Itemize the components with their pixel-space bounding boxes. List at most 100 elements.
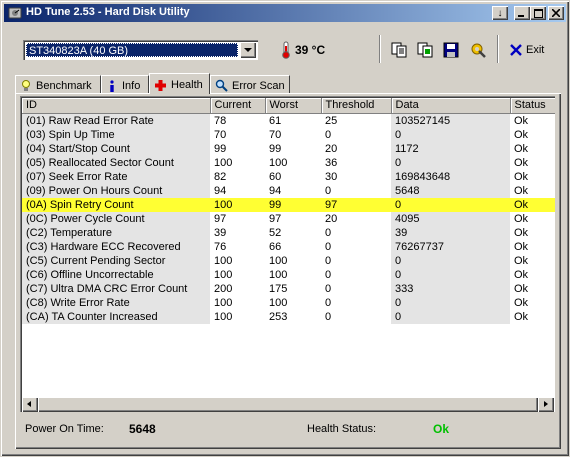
minimize-button[interactable] <box>514 6 530 20</box>
save-icon[interactable] <box>442 41 460 59</box>
column-header[interactable]: Current <box>210 98 266 114</box>
column-header[interactable]: Worst <box>265 98 322 114</box>
table-cell: (05) Reallocated Sector Count <box>22 155 210 170</box>
table-row[interactable]: (C7) Ultra DMA CRC Error Count 200 175 0 333… <box>22 281 555 296</box>
table-cell: 253 <box>269 310 288 323</box>
table-cell: 66 <box>269 240 282 253</box>
table-cell: 52 <box>269 226 282 239</box>
table-row[interactable]: (C3) Hardware ECC Recovered 76 66 0 76267737… <box>22 239 555 254</box>
tab-info[interactable]: Info <box>101 75 149 93</box>
table-cell: 0 <box>325 282 332 295</box>
tab-label: Info <box>122 79 141 92</box>
table-cell: Ok <box>514 142 529 155</box>
table-row[interactable]: (05) Reallocated Sector Count 100 100 36 0 Ok <box>22 155 555 170</box>
table-cell: (C7) Ultra DMA CRC Error Count <box>22 281 210 296</box>
tab-error-scan[interactable]: Error Scan <box>210 75 290 93</box>
maximize-button[interactable] <box>530 6 546 20</box>
table-row[interactable]: (C6) Offline Uncorrectable 100 100 0 0 Ok <box>22 267 555 282</box>
table-cell: 0 <box>391 197 510 212</box>
table-cell: (03) Spin Up Time <box>22 127 210 142</box>
table-cell: 100 <box>214 296 233 309</box>
table-cell: 82 <box>214 170 227 183</box>
table-cell: 0 <box>325 184 332 197</box>
table-row[interactable]: (01) Raw Read Error Rate 78 61 25 103527145 O… <box>22 113 555 128</box>
scroll-right-icon[interactable] <box>538 397 554 412</box>
table-row[interactable]: (CA) TA Counter Increased 100 253 0 0 Ok <box>22 309 555 324</box>
table-cell: 0 <box>325 226 332 239</box>
health-status-label: Health Status: <box>307 423 377 435</box>
table-cell: 0 <box>325 254 332 267</box>
table-cell: Ok <box>514 268 529 281</box>
chevron-down-icon[interactable] <box>240 42 256 58</box>
table-cell: 0 <box>391 295 510 310</box>
horizontal-scrollbar[interactable] <box>22 397 554 412</box>
exit-icon <box>510 44 522 56</box>
table-cell: 99 <box>265 197 321 212</box>
column-header[interactable]: Threshold <box>321 98 392 114</box>
table-row[interactable]: (0C) Power Cycle Count 97 97 20 4095 Ok <box>22 211 555 226</box>
scrollbar-thumb[interactable] <box>38 397 538 412</box>
column-header[interactable]: ID <box>22 98 211 114</box>
table-cell: 169843648 <box>391 169 510 184</box>
table-cell: 25 <box>325 114 338 127</box>
table-cell: Ok <box>514 114 529 127</box>
table-cell: 78 <box>214 114 227 127</box>
table-cell: 100 <box>210 197 265 212</box>
power-on-label: Power On Time: <box>25 423 104 435</box>
tab-health[interactable]: Health <box>149 73 210 94</box>
column-header[interactable]: Data <box>391 98 511 114</box>
scroll-left-icon[interactable] <box>22 397 38 412</box>
table-cell: 200 <box>214 282 233 295</box>
table-row[interactable]: (C2) Temperature 39 52 0 39 Ok <box>22 225 555 240</box>
table-cell: 0 <box>391 253 510 268</box>
table-cell: 20 <box>325 212 338 225</box>
toolbar-separator <box>497 35 499 63</box>
toolbar-separator <box>379 35 381 63</box>
copy-text-icon[interactable] <box>390 41 408 59</box>
column-header[interactable]: Status <box>510 98 555 114</box>
tab-label: Benchmark <box>36 79 92 92</box>
table-row[interactable]: (09) Power On Hours Count 94 94 0 5648 Ok <box>22 183 555 198</box>
table-cell: 0 <box>325 296 332 309</box>
copy-screenshot-icon[interactable] <box>416 41 434 59</box>
table-row[interactable]: (03) Spin Up Time 70 70 0 0 Ok <box>22 127 555 142</box>
tab-label: Error Scan <box>232 79 285 92</box>
benchmark-icon <box>22 79 30 91</box>
tab-label: Health <box>171 79 203 91</box>
table-cell: 39 <box>214 226 227 239</box>
table-cell: Ok <box>514 128 529 141</box>
table-cell: Ok <box>514 282 529 295</box>
arrow-down-icon[interactable]: ↓ <box>492 6 508 20</box>
table-row[interactable]: (C8) Write Error Rate 100 100 0 0 Ok <box>22 295 555 310</box>
table-cell: (04) Start/Stop Count <box>22 141 210 156</box>
table-cell: 100 <box>269 268 288 281</box>
options-icon[interactable] <box>469 41 487 59</box>
tab-benchmark[interactable]: Benchmark <box>15 75 101 93</box>
table-cell: Ok <box>514 240 529 253</box>
table-row[interactable]: (07) Seek Error Rate 82 60 30 169843648 Ok <box>22 169 555 184</box>
table-cell: Ok <box>514 156 529 169</box>
table-row[interactable]: (0A) Spin Retry Count 100 99 97 0 Ok <box>22 197 555 212</box>
table-cell: (CA) TA Counter Increased <box>22 309 210 324</box>
table-row[interactable]: (04) Start/Stop Count 99 99 20 1172 Ok <box>22 141 555 156</box>
table-cell: Ok <box>514 184 529 197</box>
table-row[interactable]: (C5) Current Pending Sector 100 100 0 0 Ok <box>22 253 555 268</box>
table-cell: Ok <box>514 296 529 309</box>
table-cell: (0C) Power Cycle Count <box>22 211 210 226</box>
table-cell: 39 <box>391 225 510 240</box>
close-button[interactable] <box>548 6 564 20</box>
table-cell: Ok <box>514 226 529 239</box>
title-bar[interactable]: HD Tune 2.53 - Hard Disk Utility ↓ <box>4 4 566 22</box>
drive-select[interactable]: ST340823A (40 GB) <box>23 40 258 60</box>
window-title: HD Tune 2.53 - Hard Disk Utility <box>26 6 190 18</box>
table-cell: 103527145 <box>391 113 510 128</box>
table-cell: Ok <box>510 197 555 212</box>
table-cell: (C2) Temperature <box>22 225 210 240</box>
table-cell: 0 <box>325 310 332 323</box>
table-cell: (C6) Offline Uncorrectable <box>22 267 210 282</box>
table-cell: 70 <box>269 128 282 141</box>
exit-button[interactable]: Exit <box>509 41 544 59</box>
exit-label: Exit <box>526 44 545 56</box>
smart-table[interactable]: ID Current Worst Threshold Data Status (… <box>20 96 555 412</box>
table-cell: 76267737 <box>391 239 510 254</box>
